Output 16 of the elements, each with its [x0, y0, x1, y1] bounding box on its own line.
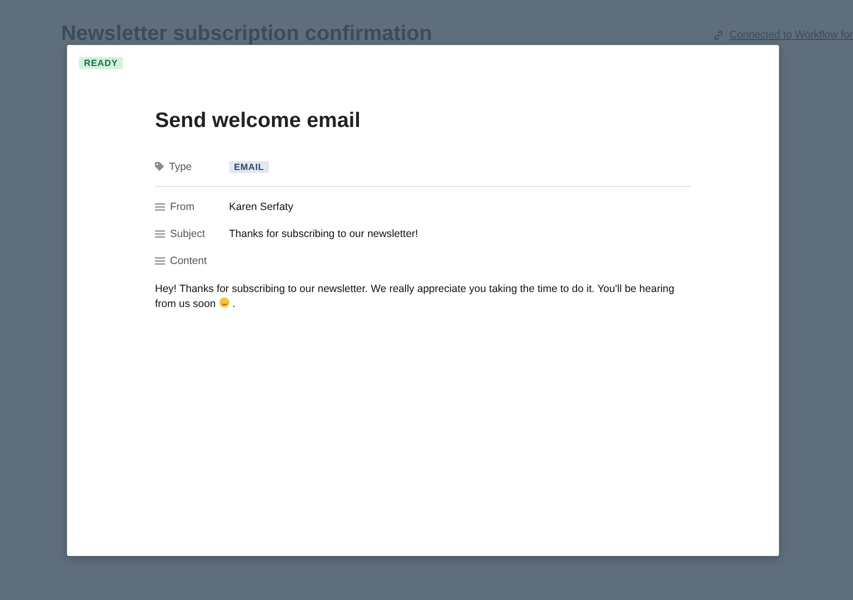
email-content: Hey! Thanks for subscribing to our newsletter. We really appreciate you taking the time to do it. You'll be hearing from us soon .	[155, 282, 676, 312]
property-value: Thanks for subscribing to our newsletter!	[229, 228, 418, 240]
modal-title: Send welcome email	[155, 109, 362, 133]
link-icon	[713, 30, 724, 40]
lines-icon	[155, 256, 165, 264]
property-label: Type	[169, 160, 192, 172]
type-tag: EMAIL	[229, 160, 269, 172]
smiley-icon	[218, 297, 230, 308]
lines-icon	[155, 202, 165, 210]
lines-icon	[155, 230, 165, 238]
status-badge: READY	[79, 57, 124, 69]
property-label: From	[170, 200, 194, 212]
property-value: Karen Serfaty	[229, 200, 294, 212]
property-label: Subject	[170, 228, 206, 240]
tag-icon	[155, 162, 164, 171]
property-label: Content	[170, 254, 207, 266]
